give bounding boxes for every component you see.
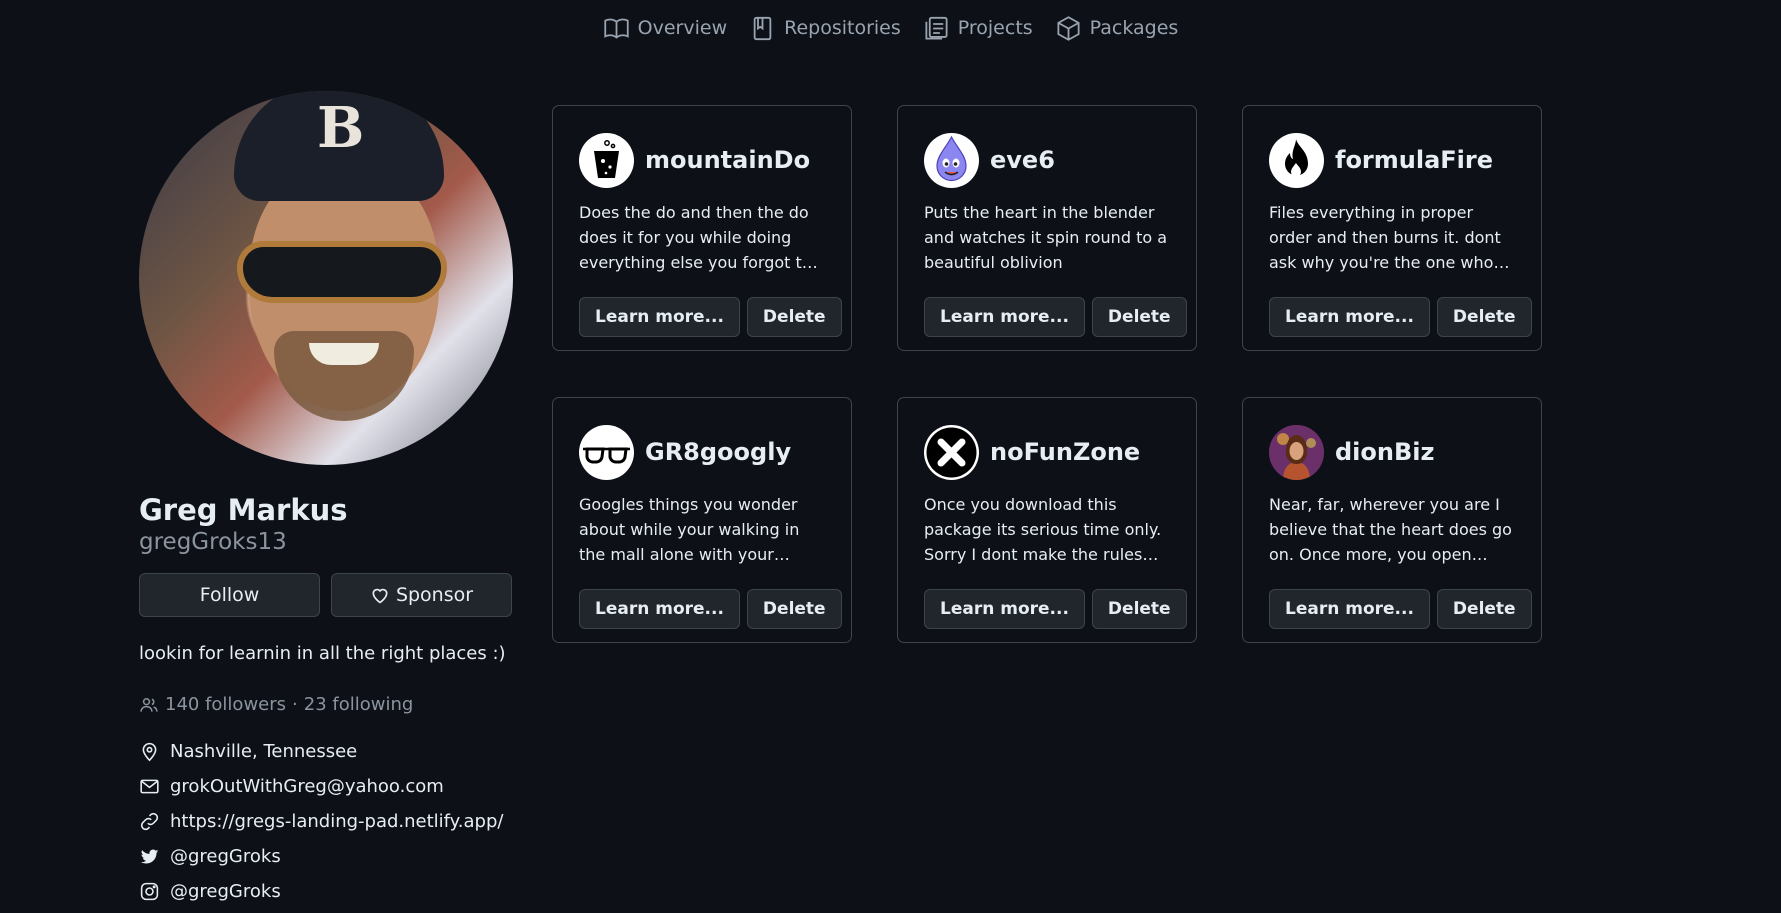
package-card-header: mountainDo bbox=[579, 132, 825, 188]
package-card: GR8googly Googles things you wonder abou… bbox=[552, 397, 852, 643]
repo-icon bbox=[753, 16, 772, 40]
sponsor-button-label: Sponsor bbox=[395, 584, 474, 606]
heart-icon bbox=[372, 588, 388, 604]
package-card: noFunZone Once you download this package… bbox=[897, 397, 1197, 643]
delete-button[interactable]: Delete bbox=[1436, 297, 1532, 337]
sponsor-button[interactable]: Sponsor bbox=[331, 573, 512, 617]
people-icon bbox=[140, 697, 158, 712]
delete-button[interactable]: Delete bbox=[1436, 589, 1532, 629]
package-card: formulaFire Files everything in proper o… bbox=[1242, 105, 1542, 351]
profile-actions: Follow Sponsor bbox=[139, 573, 513, 617]
twitter-icon bbox=[140, 849, 159, 864]
instagram-icon bbox=[140, 882, 159, 900]
location-text: Nashville, Tennessee bbox=[170, 740, 358, 762]
package-actions: Learn more... Delete bbox=[579, 297, 842, 337]
tab-projects-label: Projects bbox=[957, 17, 1033, 39]
package-card-header: dionBiz bbox=[1269, 424, 1515, 480]
package-name[interactable]: noFunZone bbox=[990, 438, 1140, 466]
instagram-handle[interactable]: @gregGroks bbox=[170, 881, 281, 902]
followers-link[interactable]: 140 followers bbox=[165, 694, 286, 715]
follow-separator: · bbox=[292, 694, 298, 715]
location-item: Nashville, Tennessee bbox=[139, 739, 513, 763]
learn-more-button[interactable]: Learn more... bbox=[924, 297, 1085, 337]
singer-avatar-icon bbox=[1269, 424, 1324, 480]
instagram-item[interactable]: @gregGroks bbox=[139, 879, 513, 903]
profile-bio: lookin for learnin in all the right plac… bbox=[139, 643, 506, 664]
package-card-header: GR8googly bbox=[579, 424, 825, 480]
follow-button-label: Follow bbox=[199, 584, 260, 606]
package-actions: Learn more... Delete bbox=[924, 297, 1187, 337]
website-item[interactable]: https://gregs-landing-pad.netlify.app/ bbox=[139, 809, 513, 833]
delete-button[interactable]: Delete bbox=[746, 589, 842, 629]
x-icon bbox=[924, 424, 979, 480]
learn-more-button[interactable]: Learn more... bbox=[579, 297, 740, 337]
profile-sidebar: B Greg Markus gregGroks13 Follow Sponsor… bbox=[139, 91, 513, 903]
link-icon bbox=[140, 812, 159, 830]
avatar-cap-letter: B bbox=[317, 95, 365, 161]
package-card: eve6 Puts the heart in the blender and w… bbox=[897, 105, 1197, 351]
email-link[interactable]: grokOutWithGreg@yahoo.com bbox=[170, 776, 444, 797]
tab-repositories-label: Repositories bbox=[784, 17, 901, 39]
tab-overview-label: Overview bbox=[637, 17, 728, 39]
follow-stats: 140 followers · 23 following bbox=[139, 694, 513, 715]
package-description: Puts the heart in the blender and watche… bbox=[924, 203, 1168, 272]
package-grid: mountainDo Does the do and then the do d… bbox=[552, 105, 1542, 643]
profile-nav: Overview Repositories Projects Packages bbox=[0, 0, 1781, 56]
learn-more-button[interactable]: Learn more... bbox=[1269, 297, 1430, 337]
package-card-header: eve6 bbox=[924, 132, 1170, 188]
website-link[interactable]: https://gregs-landing-pad.netlify.app/ bbox=[170, 811, 503, 832]
package-description: Does the do and then the do does it for … bbox=[579, 203, 812, 272]
project-icon bbox=[925, 16, 948, 40]
package-name[interactable]: dionBiz bbox=[1335, 438, 1434, 466]
delete-button[interactable]: Delete bbox=[746, 297, 842, 337]
delete-button[interactable]: Delete bbox=[1091, 589, 1187, 629]
profile-details: Nashville, Tennessee grokOutWithGreg@yah… bbox=[139, 739, 513, 903]
profile-login: gregGroks13 bbox=[139, 529, 287, 555]
follow-button[interactable]: Follow bbox=[139, 573, 320, 617]
delete-button[interactable]: Delete bbox=[1091, 297, 1187, 337]
email-item[interactable]: grokOutWithGreg@yahoo.com bbox=[139, 774, 513, 798]
twitter-item[interactable]: @gregGroks bbox=[139, 844, 513, 868]
package-actions: Learn more... Delete bbox=[579, 589, 842, 629]
learn-more-button[interactable]: Learn more... bbox=[1269, 589, 1430, 629]
package-name[interactable]: formulaFire bbox=[1335, 146, 1493, 174]
package-description: Once you download this package its serio… bbox=[924, 495, 1162, 564]
mail-icon bbox=[140, 779, 159, 793]
avatar-sunglasses bbox=[237, 241, 447, 303]
package-description: Files everything in proper order and the… bbox=[1269, 203, 1501, 272]
package-name[interactable]: eve6 bbox=[990, 146, 1055, 174]
package-name[interactable]: mountainDo bbox=[645, 146, 810, 174]
package-description: Near, far, wherever you are I believe th… bbox=[1269, 495, 1512, 564]
avatar-smile bbox=[309, 343, 379, 365]
tab-packages-label: Packages bbox=[1089, 17, 1179, 39]
cup-icon bbox=[579, 132, 634, 188]
package-icon bbox=[1057, 15, 1080, 41]
tab-repositories[interactable]: Repositories bbox=[749, 0, 901, 56]
tab-overview[interactable]: Overview bbox=[603, 0, 727, 56]
fire-icon bbox=[1269, 132, 1324, 188]
profile-name: Greg Markus bbox=[139, 493, 348, 527]
following-link[interactable]: 23 following bbox=[304, 694, 414, 715]
avatar[interactable]: B bbox=[139, 91, 513, 465]
package-actions: Learn more... Delete bbox=[1269, 589, 1532, 629]
location-pin-icon bbox=[142, 742, 157, 761]
book-icon bbox=[604, 18, 629, 39]
package-card: mountainDo Does the do and then the do d… bbox=[552, 105, 852, 351]
tab-projects[interactable]: Projects bbox=[923, 0, 1033, 56]
learn-more-button[interactable]: Learn more... bbox=[579, 589, 740, 629]
package-card-header: noFunZone bbox=[924, 424, 1170, 480]
droplet-character-icon bbox=[924, 132, 979, 188]
tab-packages[interactable]: Packages bbox=[1055, 0, 1179, 56]
package-actions: Learn more... Delete bbox=[1269, 297, 1532, 337]
glasses-icon bbox=[579, 424, 634, 480]
package-name[interactable]: GR8googly bbox=[645, 438, 791, 466]
package-actions: Learn more... Delete bbox=[924, 589, 1187, 629]
twitter-handle[interactable]: @gregGroks bbox=[170, 846, 281, 867]
package-description: Googles things you wonder about while yo… bbox=[579, 495, 800, 564]
package-card-header: formulaFire bbox=[1269, 132, 1515, 188]
learn-more-button[interactable]: Learn more... bbox=[924, 589, 1085, 629]
package-card: dionBiz Near, far, wherever you are I be… bbox=[1242, 397, 1542, 643]
